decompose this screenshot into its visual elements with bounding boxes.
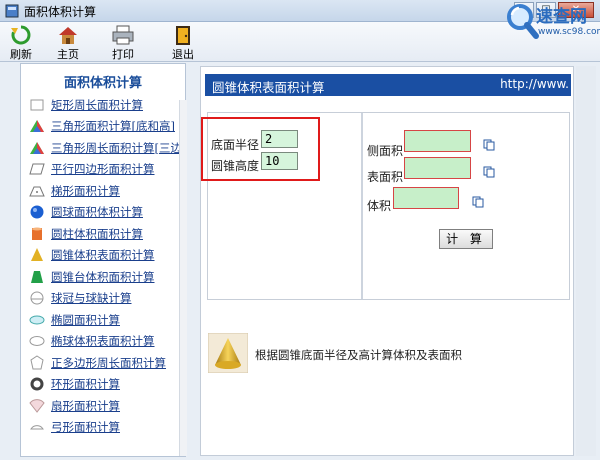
sidebar-item-label: 三角形面积计算[底和高]	[51, 119, 175, 134]
sidebar-scrollbar[interactable]	[179, 100, 187, 456]
ring-icon	[30, 377, 44, 391]
brand-url: www.sc98.com	[538, 27, 600, 37]
copy-icon[interactable]	[483, 139, 495, 151]
sidebar-item[interactable]: 球冠与球缺计算	[29, 288, 185, 310]
sidebar-item[interactable]: 环形面积计算	[29, 374, 185, 396]
parallelogram-icon	[29, 163, 45, 175]
sidebar-heading: 面积体积计算	[63, 76, 142, 91]
print-label: 打印	[112, 48, 134, 61]
sidebar-item-label: 平行四边形面积计算	[51, 162, 155, 177]
sidebar-item[interactable]: 扇形面积计算	[29, 395, 185, 417]
copy-icon[interactable]	[483, 166, 495, 178]
brand-name: 速查网	[536, 7, 587, 27]
magnifier-icon	[507, 4, 539, 39]
home-icon	[59, 27, 77, 44]
sidebar-item-label: 圆球面积体积计算	[51, 205, 143, 220]
sidebar-item[interactable]: 圆柱体积面积计算	[29, 223, 185, 245]
sidebar-item-label: 圆锥体积表面积计算	[51, 248, 155, 263]
surface-area-output[interactable]	[404, 157, 471, 179]
sidebar-item-label: 矩形周长面积计算	[51, 97, 143, 112]
sidebar-item-label: 圆柱体积面积计算	[51, 226, 143, 241]
volume-output[interactable]	[393, 187, 459, 209]
triangle-color-icon	[30, 120, 44, 133]
sidebar-item-label: 弓形面积计算	[51, 420, 120, 435]
sidebar-item[interactable]: 梯形面积计算	[29, 180, 185, 202]
exit-door-icon	[176, 26, 190, 45]
sidebar-item[interactable]: 三角形面积计算[底和高]	[29, 116, 185, 138]
sidebar-item-label: 球冠与球缺计算	[51, 291, 132, 306]
calculate-button[interactable]: 计 算	[439, 229, 493, 249]
cylinder-icon	[32, 227, 42, 240]
spherical-cap-icon	[30, 291, 44, 305]
volume-label: 体积	[367, 199, 392, 213]
sidebar-item[interactable]: 圆锥体积表面积计算	[29, 245, 185, 267]
sidebar-menu: 矩形周长面积计算三角形面积计算[底和高] 三角形周长面积计算[三边] 平行四边形面积…	[21, 94, 185, 438]
sidebar-item-label: 扇形面积计算	[51, 398, 120, 413]
lateral-area-label: 侧面积	[367, 144, 404, 158]
sidebar-item-label: 椭圆面积计算	[51, 312, 120, 327]
sidebar-item-label: 环形面积计算	[51, 377, 120, 392]
sidebar-item[interactable]: 正多边形周长面积计算	[29, 352, 185, 374]
cone-illustration-icon	[208, 333, 248, 373]
lateral-area-output[interactable]	[404, 130, 471, 152]
description-text: 根据圆锥底面半径及高计算体积及表面积	[255, 348, 462, 362]
trapezoid-icon	[29, 186, 45, 197]
home-label: 主页	[57, 48, 79, 61]
print-button[interactable]: 打印	[103, 24, 143, 61]
copy-icon[interactable]	[472, 196, 484, 208]
exit-button[interactable]: 退出	[163, 24, 203, 61]
sidebar-item[interactable]: 三角形周长面积计算[三边]	[29, 137, 185, 159]
refresh-button[interactable]: 刷新	[1, 24, 41, 61]
ellipse-icon	[29, 315, 45, 325]
sidebar-item-label: 三角形周长面积计算[三边]	[51, 140, 185, 155]
rectangle-icon	[30, 99, 44, 111]
polygon-icon	[30, 355, 44, 370]
content-scrollbar[interactable]	[576, 66, 596, 456]
app-icon	[5, 4, 19, 18]
sidebar-item-label: 圆锥台体积面积计算	[51, 269, 155, 284]
triangle-color-icon	[30, 141, 44, 154]
calc-banner: 圆锥体积表面积计算 http://www.	[205, 74, 571, 96]
sphere-icon	[30, 205, 44, 219]
printer-icon	[112, 25, 134, 45]
sidebar: 面积体积计算 矩形周长面积计算三角形面积计算[底和高] 三角形周长面积计算[三边]…	[20, 63, 186, 457]
banner-url: http://www.	[500, 77, 569, 91]
home-button[interactable]: 主页	[48, 24, 88, 61]
sidebar-item[interactable]: 圆锥台体积面积计算	[29, 266, 185, 288]
sidebar-item[interactable]: 矩形周长面积计算	[29, 94, 185, 116]
sidebar-item-label: 正多边形周长面积计算	[51, 355, 166, 370]
banner-title: 圆锥体积表面积计算	[212, 80, 325, 95]
refresh-label: 刷新	[10, 48, 32, 61]
sidebar-item[interactable]: 椭球体积表面积计算	[29, 331, 185, 353]
frustum-icon	[31, 270, 43, 283]
segment-icon	[30, 425, 44, 430]
sidebar-item[interactable]: 椭圆面积计算	[29, 309, 185, 331]
sector-icon	[29, 398, 45, 413]
brand-logo: 速查网 www.sc98.com	[500, 0, 600, 60]
ellipsoid-icon	[29, 336, 45, 347]
sidebar-item[interactable]: 平行四边形面积计算	[29, 159, 185, 181]
refresh-icon	[11, 25, 31, 45]
cone-icon	[31, 248, 43, 262]
calculator-divider	[361, 113, 363, 299]
surface-area-label: 表面积	[367, 170, 404, 184]
window-title: 面积体积计算	[24, 5, 97, 19]
input-highlight-box	[201, 117, 320, 181]
sidebar-item-label: 椭球体积表面积计算	[51, 334, 155, 349]
exit-label: 退出	[172, 48, 194, 61]
sidebar-item[interactable]: 弓形面积计算	[29, 417, 185, 439]
sidebar-item[interactable]: 圆球面积体积计算	[29, 202, 185, 224]
sidebar-item-label: 梯形面积计算	[51, 183, 120, 198]
